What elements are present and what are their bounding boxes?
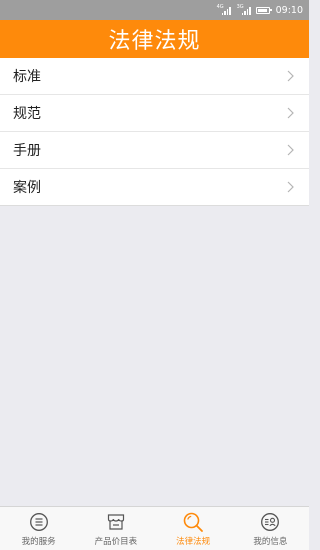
tab-label: 我的信息 — [253, 536, 288, 547]
chevron-right-icon — [285, 143, 295, 157]
signal-4g-tag: 4G — [216, 3, 224, 10]
status-time: 09:10 — [275, 4, 303, 16]
page-title: 法律法规 — [108, 29, 201, 54]
tab-laws-regulations[interactable]: 法律法规 — [155, 507, 232, 550]
tab-my-info[interactable]: 我的信息 — [232, 507, 309, 550]
list-item-standards[interactable]: 标准 — [0, 58, 309, 95]
list-item-label: 案例 — [13, 180, 41, 196]
search-icon — [182, 511, 204, 533]
chevron-right-icon — [285, 180, 295, 194]
list-item-manuals[interactable]: 手册 — [0, 132, 309, 169]
tab-label: 我的服务 — [21, 536, 56, 547]
list-item-cases[interactable]: 案例 — [0, 169, 309, 206]
tab-label: 法律法规 — [176, 536, 211, 547]
shop-icon — [105, 511, 127, 533]
list-item-label: 手册 — [13, 143, 41, 159]
battery-icon — [255, 6, 272, 14]
signal-4g-icon: 4G — [217, 4, 231, 15]
app-header: 法律法规 — [0, 20, 309, 58]
signal-3g-tag: 3G — [236, 3, 244, 10]
tab-my-services[interactable]: 我的服务 — [0, 507, 77, 550]
chevron-right-icon — [285, 106, 295, 120]
list-item-specifications[interactable]: 规范 — [0, 95, 309, 132]
chevron-right-icon — [285, 69, 295, 83]
bottom-tab-bar: 我的服务 产品价目表 法律法规 我的信息 — [0, 506, 309, 550]
menu-circle-icon — [28, 511, 50, 533]
list-item-label: 规范 — [13, 106, 41, 122]
signal-3g-icon: 3G — [237, 4, 251, 15]
list-item-label: 标准 — [13, 69, 41, 85]
user-list-icon — [259, 511, 281, 533]
tab-label: 产品价目表 — [94, 536, 138, 547]
tab-price-list[interactable]: 产品价目表 — [77, 507, 154, 550]
category-list: 标准 规范 手册 案例 — [0, 58, 309, 206]
status-bar: 4G 3G 09:10 — [0, 0, 309, 20]
